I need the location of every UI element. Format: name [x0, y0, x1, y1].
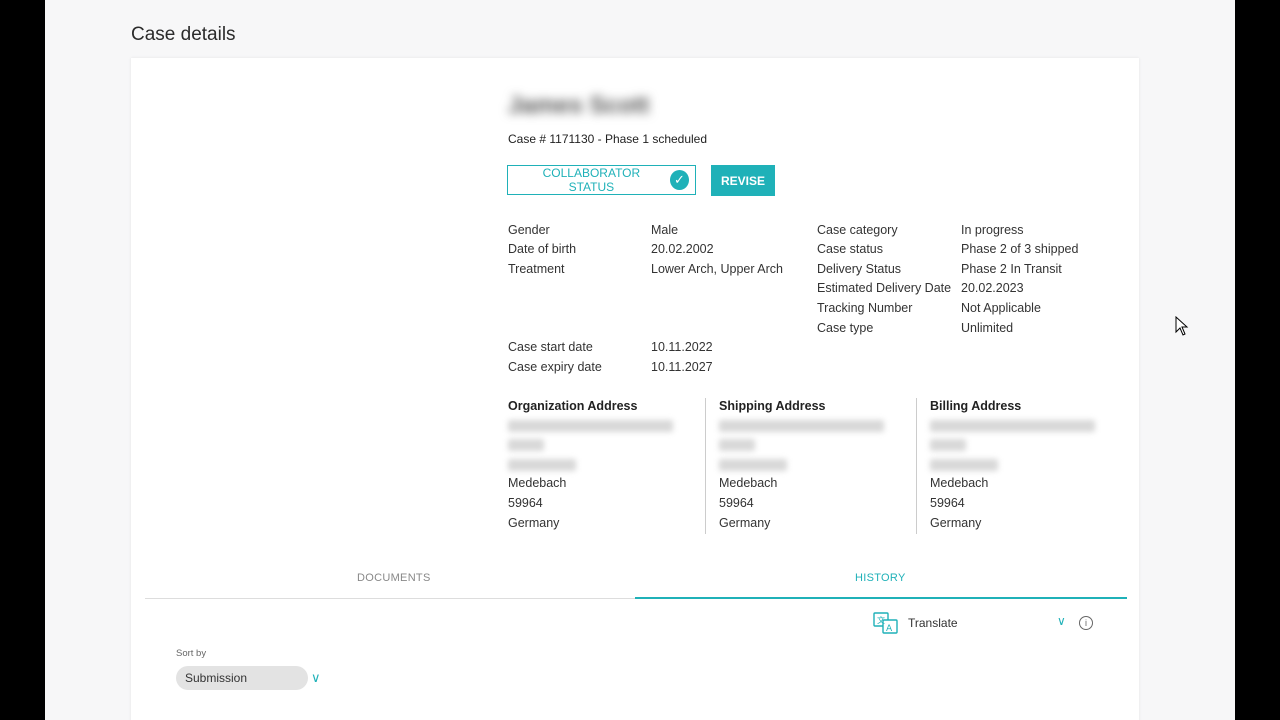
- org-address-line3-redacted: [508, 459, 576, 471]
- billing-address-zip: 59964: [930, 496, 965, 510]
- shipping-address-line2-redacted: [719, 439, 755, 451]
- billing-address-line2-redacted: [930, 439, 966, 451]
- detail-label-estimated-delivery: Estimated Delivery Date: [817, 281, 952, 295]
- detail-value-case-status: Phase 2 of 3 shipped: [961, 242, 1079, 256]
- date-value-start: 10.11.2022: [651, 340, 713, 354]
- shipping-address-heading: Shipping Address: [719, 399, 826, 413]
- sort-select-value: Submission: [185, 671, 248, 685]
- collaborator-status-button[interactable]: COLLABORATOR STATUS ✓: [507, 165, 696, 195]
- detail-label-treatment: Treatment: [508, 262, 565, 276]
- translate-label[interactable]: Translate: [908, 616, 958, 630]
- address-divider: [916, 398, 917, 534]
- app-viewport: Case details James Scott Case # 1171130 …: [45, 0, 1235, 720]
- detail-label-dob: Date of birth: [508, 242, 577, 256]
- detail-value-treatment: Lower Arch, Upper Arch: [651, 262, 784, 276]
- detail-value-estimated-delivery: 20.02.2023: [961, 281, 1024, 295]
- detail-value-case-category: In progress: [961, 223, 1024, 237]
- info-icon[interactable]: i: [1079, 616, 1093, 630]
- shipping-address-country: Germany: [719, 516, 771, 530]
- page-title: Case details: [131, 24, 236, 45]
- detail-value-dob: 20.02.2002: [651, 242, 714, 256]
- billing-address-heading: Billing Address: [930, 399, 1022, 413]
- detail-label-case-status: Case status: [817, 242, 884, 256]
- tab-history[interactable]: HISTORY: [855, 572, 906, 584]
- shipping-address-line3-redacted: [719, 459, 787, 471]
- org-address-country: Germany: [508, 516, 560, 530]
- case-details-card: James Scott Case # 1171130 - Phase 1 sch…: [131, 58, 1139, 720]
- mouse-cursor-icon: [1175, 316, 1189, 336]
- patient-name: James Scott: [508, 92, 650, 119]
- tab-documents[interactable]: DOCUMENTS: [357, 572, 431, 584]
- billing-address-line3-redacted: [930, 459, 998, 471]
- detail-value-tracking-number: Not Applicable: [961, 301, 1041, 315]
- revise-button[interactable]: REVISE: [711, 165, 775, 196]
- org-address-city: Medebach: [508, 476, 567, 490]
- chevron-down-icon[interactable]: ∨: [1057, 614, 1066, 628]
- translate-icon[interactable]: 文 A: [873, 612, 899, 634]
- billing-address-city: Medebach: [930, 476, 989, 490]
- shipping-address-zip: 59964: [719, 496, 754, 510]
- tab-history-active-indicator: [635, 597, 1127, 599]
- detail-label-delivery-status: Delivery Status: [817, 262, 902, 276]
- address-divider: [705, 398, 706, 534]
- detail-label-case-type: Case type: [817, 321, 874, 335]
- chevron-down-icon[interactable]: ∨: [311, 670, 321, 686]
- org-address-heading: Organization Address: [508, 399, 638, 413]
- billing-address-country: Germany: [930, 516, 982, 530]
- detail-value-gender: Male: [651, 223, 679, 237]
- collaborator-status-label: COLLABORATOR STATUS: [542, 166, 641, 194]
- billing-address-street-redacted: [930, 420, 1095, 432]
- sort-label: Sort by: [176, 648, 207, 659]
- svg-text:文: 文: [877, 615, 885, 625]
- svg-text:A: A: [886, 624, 893, 634]
- detail-label-gender: Gender: [508, 223, 550, 237]
- check-circle-icon: ✓: [669, 170, 689, 190]
- detail-value-case-type: Unlimited: [961, 321, 1014, 335]
- detail-label-tracking-number: Tracking Number: [817, 301, 913, 315]
- shipping-address-city: Medebach: [719, 476, 778, 490]
- detail-value-delivery-status: Phase 2 In Transit: [961, 262, 1062, 276]
- org-address-line2-redacted: [508, 439, 544, 451]
- date-label-expiry: Case expiry date: [508, 360, 602, 374]
- case-number-line: Case # 1171130 - Phase 1 scheduled: [508, 132, 708, 146]
- org-address-zip: 59964: [508, 496, 543, 510]
- date-label-start: Case start date: [508, 340, 593, 354]
- sort-select[interactable]: Submission: [176, 666, 308, 690]
- org-address-street-redacted: [508, 420, 673, 432]
- detail-label-case-category: Case category: [817, 223, 898, 237]
- date-value-expiry: 10.11.2027: [651, 360, 713, 374]
- shipping-address-street-redacted: [719, 420, 884, 432]
